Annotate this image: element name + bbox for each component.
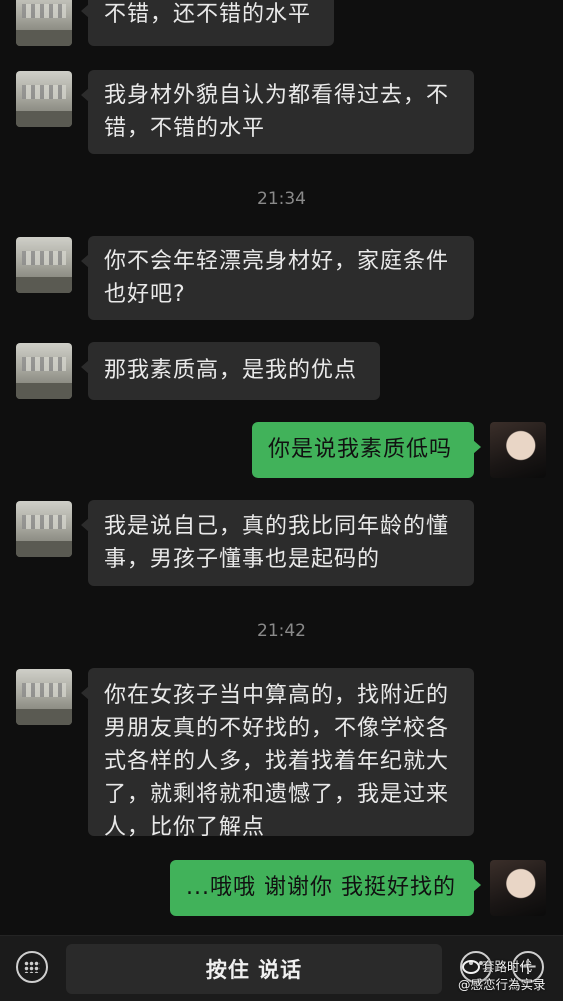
watermark-line: 套路时代 bbox=[482, 959, 533, 974]
incoming-message-bubble[interactable]: 我是说自己，真的我比同年龄的懂 事，男孩子懂事也是起码的 bbox=[81, 500, 474, 586]
user-avatar[interactable] bbox=[490, 422, 546, 478]
incoming-message-bubble[interactable]: 你在女孩子当中算高的，找附近的 男朋友真的不好找的，不像学校各 式各样的人多，找… bbox=[81, 668, 474, 840]
timestamp: 21:42 bbox=[257, 621, 306, 641]
user-avatar[interactable] bbox=[490, 860, 546, 916]
message-line: 人，比你了解点 bbox=[104, 815, 266, 840]
timestamp: 21:34 bbox=[257, 189, 306, 209]
contact-avatar[interactable] bbox=[16, 343, 72, 399]
message-line: 我是说自己，真的我比同年龄的懂 bbox=[104, 514, 450, 539]
incoming-message-bubble[interactable]: 你不会年轻漂亮身材好，家庭条件 也好吧? bbox=[81, 236, 474, 320]
message-line: 我身材外貌自认为都看得过去，不 bbox=[104, 83, 450, 108]
contact-avatar[interactable] bbox=[16, 71, 72, 127]
chat-area[interactable]: 不错，还不错的水平 我身材外貌自认为都看得过去，不 错，不错的水平 21:34 … bbox=[0, 0, 563, 935]
message-line: 不错，还不错的水平 bbox=[104, 2, 312, 27]
outgoing-message-bubble[interactable]: 你是说我素质低吗 bbox=[252, 422, 481, 478]
contact-avatar[interactable] bbox=[16, 501, 72, 557]
incoming-message-bubble[interactable]: 不错，还不错的水平 bbox=[81, 0, 334, 46]
contact-avatar[interactable] bbox=[16, 0, 72, 46]
message-line: 错，不错的水平 bbox=[104, 116, 266, 141]
message-line: 也好吧? bbox=[104, 282, 186, 307]
message-line: 你在女孩子当中算高的，找附近的 bbox=[104, 683, 450, 708]
incoming-message-bubble[interactable]: 我身材外貌自认为都看得过去，不 错，不错的水平 bbox=[81, 70, 474, 154]
hold-to-talk-button[interactable]: 按住 说话 bbox=[66, 944, 442, 994]
watermark: 套路时代 @感恋行為实录 bbox=[458, 958, 563, 994]
message-line: 了，就剩将就和遗憾了，我是过来 bbox=[104, 782, 450, 807]
message-line: 你是说我素质低吗 bbox=[268, 437, 453, 462]
message-line: 你不会年轻漂亮身材好，家庭条件 bbox=[104, 249, 450, 274]
message-line: 式各样的人多，找着找着年纪就大 bbox=[104, 749, 450, 774]
message-line: 事，男孩子懂事也是起码的 bbox=[104, 547, 381, 572]
watermark-line: @感恋行為实录 bbox=[458, 977, 546, 992]
message-line: 男朋友真的不好找的，不像学校各 bbox=[104, 716, 450, 741]
message-line: 那我素质高，是我的优点 bbox=[104, 358, 358, 383]
contact-avatar[interactable] bbox=[16, 237, 72, 293]
keyboard-icon[interactable] bbox=[16, 951, 48, 983]
incoming-message-bubble[interactable]: 那我素质高，是我的优点 bbox=[81, 342, 380, 400]
message-line: ...哦哦 谢谢你 我挺好找的 bbox=[186, 875, 456, 900]
outgoing-message-bubble[interactable]: ...哦哦 谢谢你 我挺好找的 bbox=[170, 860, 481, 916]
contact-avatar[interactable] bbox=[16, 669, 72, 725]
